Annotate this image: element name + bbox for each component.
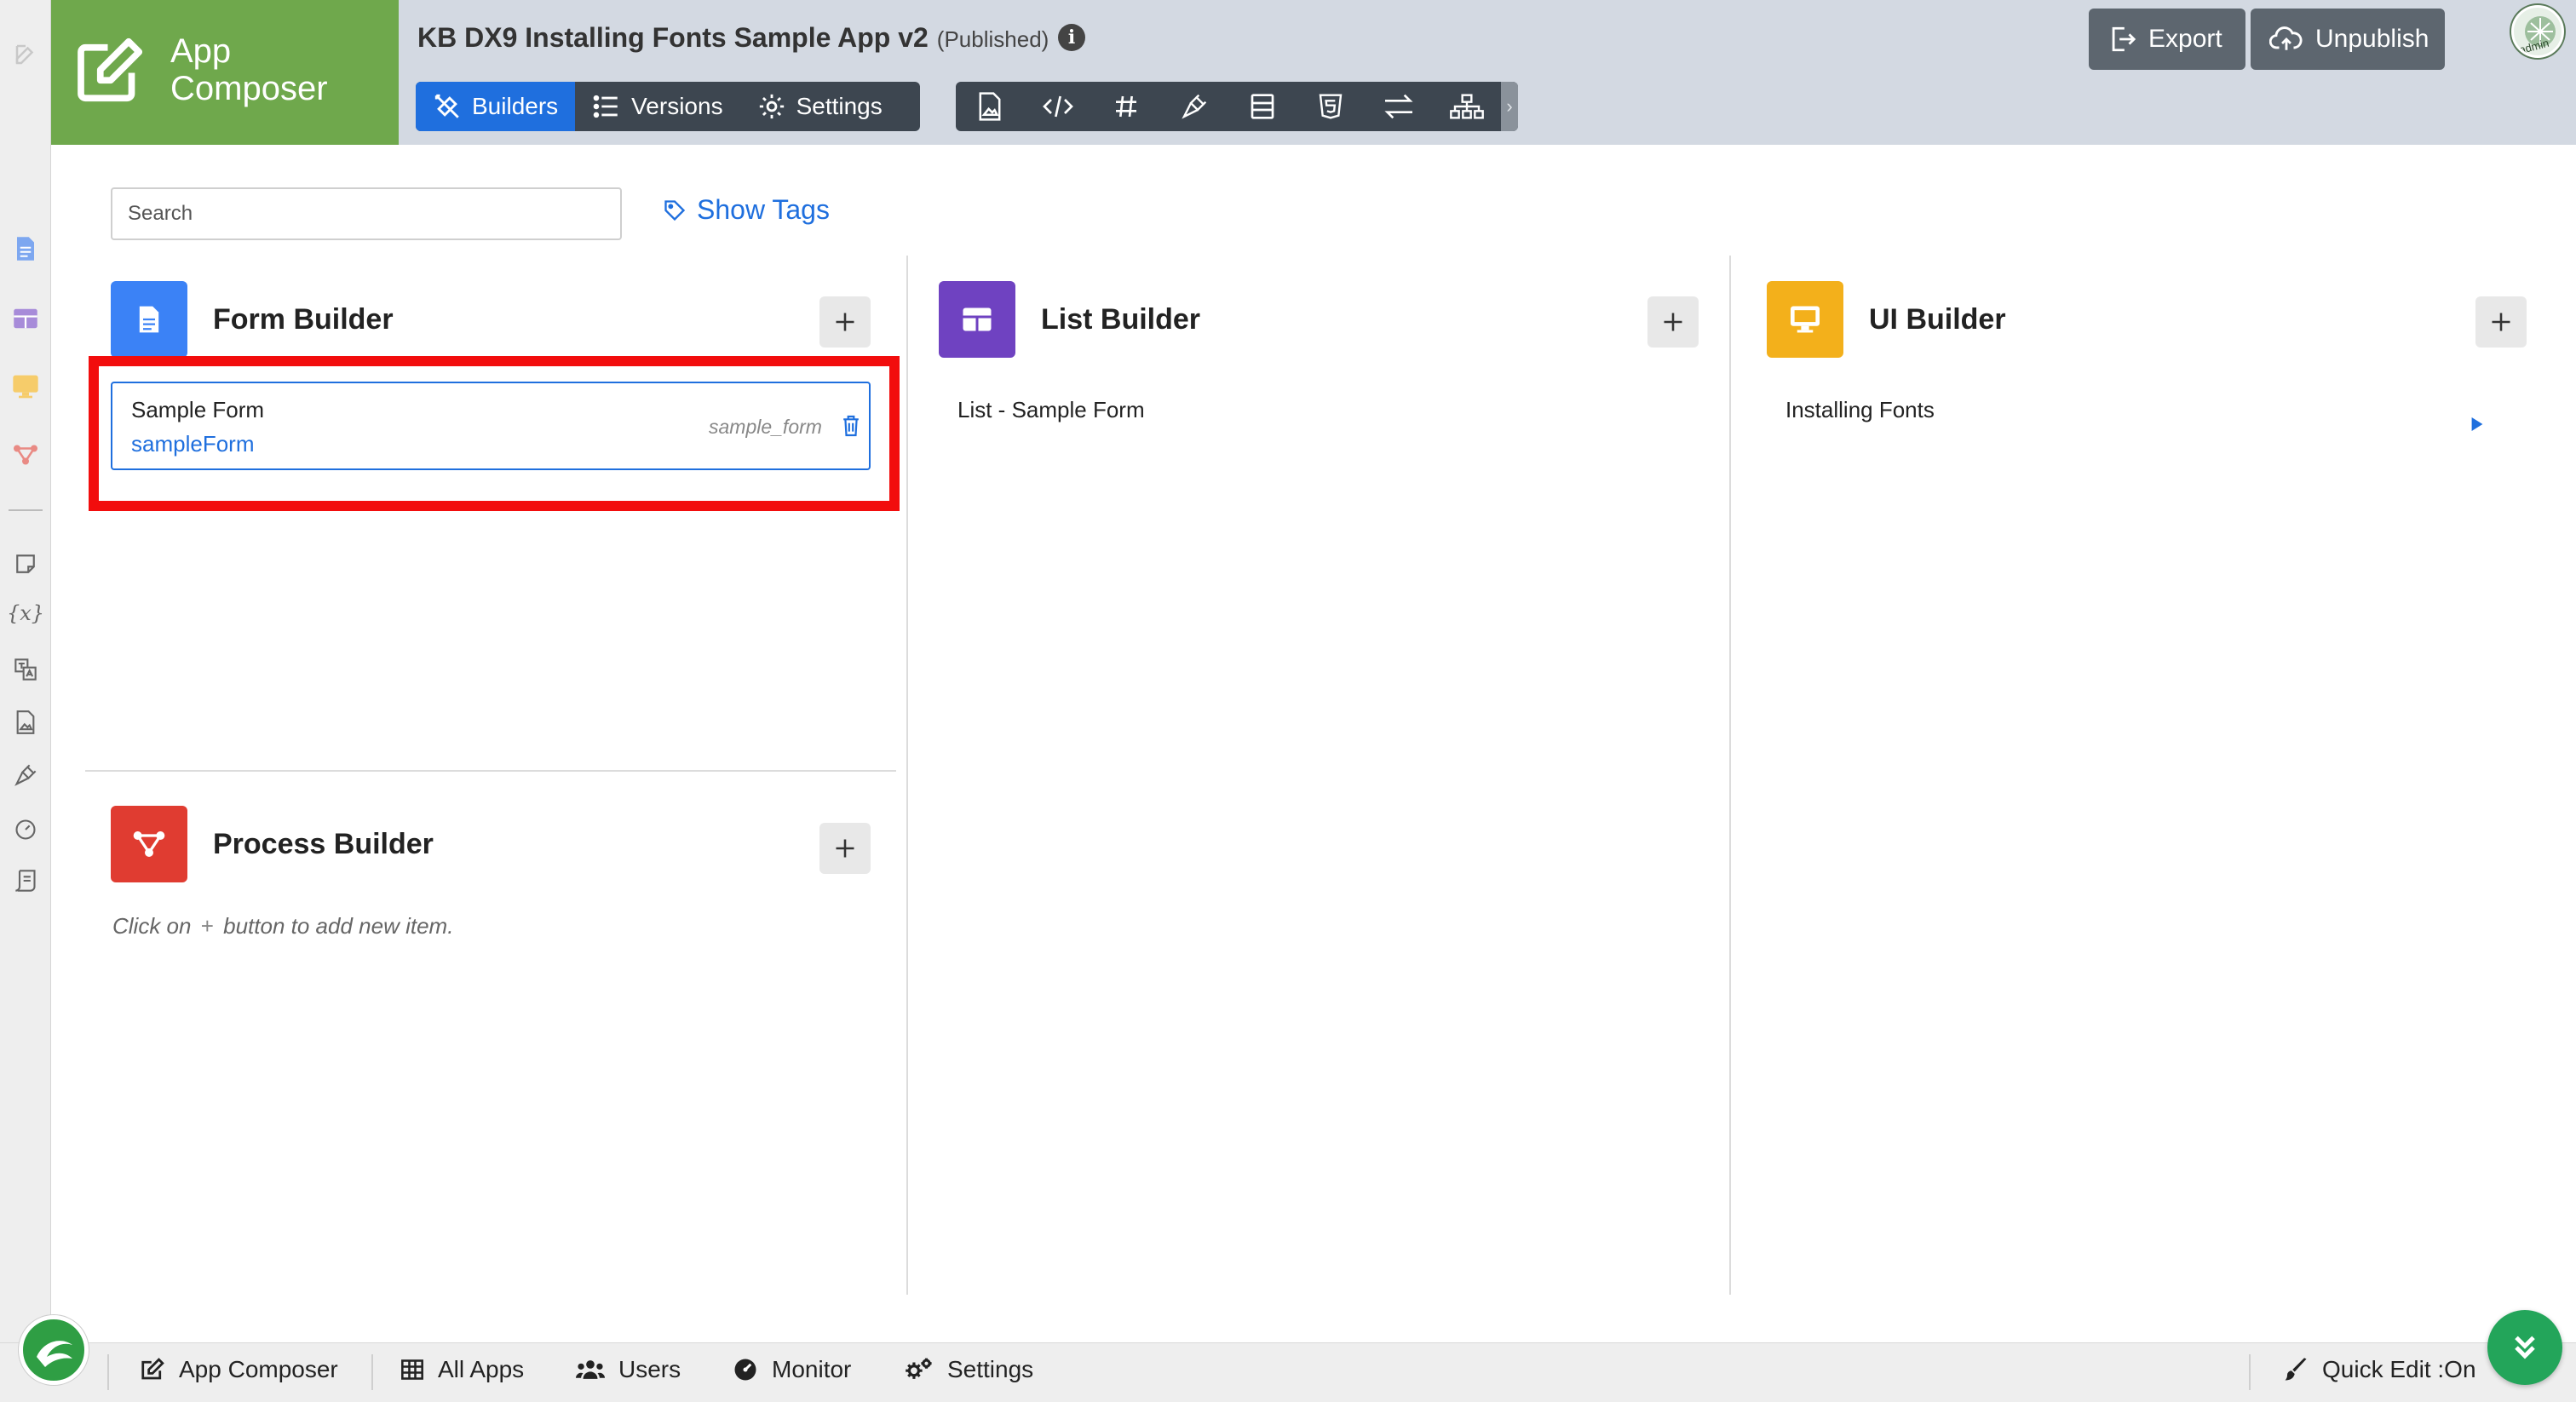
- column-divider: [906, 256, 908, 1295]
- arrows-swap-icon[interactable]: [1365, 82, 1433, 131]
- tab-settings[interactable]: Settings: [740, 82, 900, 131]
- form-item-name: Sample Form: [131, 397, 265, 422]
- tab-label: Settings: [796, 93, 883, 119]
- app-name: KB DX9 Installing Fonts Sample App v2: [417, 22, 929, 53]
- plus-icon: +: [200, 913, 214, 939]
- file-image-icon[interactable]: [956, 82, 1024, 131]
- add-process-button[interactable]: [819, 823, 871, 874]
- plug-icon[interactable]: [1160, 82, 1228, 131]
- tab-label: Versions: [631, 93, 723, 119]
- dashboard-icon: [733, 1357, 758, 1382]
- ui-builder-icon[interactable]: [12, 373, 39, 400]
- chevrons-down-icon: [2508, 1330, 2542, 1365]
- app-title: KB DX9 Installing Fonts Sample App v2 (Pu…: [417, 22, 1049, 54]
- footer-bar: [0, 1342, 2576, 1402]
- users-icon: [576, 1358, 605, 1382]
- variable-icon[interactable]: {x}: [7, 600, 44, 627]
- form-item-id[interactable]: sampleForm: [131, 431, 254, 457]
- info-icon[interactable]: i: [1058, 24, 1085, 51]
- dashboard-icon[interactable]: [12, 816, 39, 843]
- form-item-table: sample_form: [709, 416, 822, 438]
- hash-icon[interactable]: [1092, 82, 1160, 131]
- resource-toolbar: [956, 82, 1518, 131]
- scroll-icon[interactable]: [12, 867, 39, 894]
- avatar[interactable]: admin: [2511, 5, 2564, 58]
- left-rail: {x}: [0, 0, 51, 1342]
- section-divider: [85, 770, 896, 772]
- gear-icon: [757, 92, 786, 121]
- list-builder-icon: [939, 281, 1015, 358]
- form-icon[interactable]: [1228, 82, 1297, 131]
- process-builder-icon[interactable]: [12, 441, 39, 468]
- rail-divider: [9, 509, 43, 511]
- process-builder-icon: [111, 806, 187, 882]
- grid-icon: [400, 1358, 424, 1382]
- list-icon: [592, 92, 621, 121]
- html5-icon[interactable]: [1297, 82, 1365, 131]
- empty-hint: Click on + button to add new item.: [112, 913, 454, 939]
- plug-icon[interactable]: [12, 761, 39, 789]
- form-item-card[interactable]: Sample Form sampleForm sample_form: [111, 382, 871, 470]
- tab-builders[interactable]: Builders: [416, 82, 576, 131]
- add-ui-button[interactable]: [2475, 296, 2527, 348]
- caret-right-icon[interactable]: [2470, 416, 2484, 433]
- sitemap-icon[interactable]: [1433, 82, 1501, 131]
- search-input[interactable]: [111, 187, 622, 240]
- footer-separator: [107, 1354, 109, 1390]
- column-divider: [1729, 256, 1731, 1295]
- trash-icon[interactable]: [842, 414, 860, 438]
- edit-icon[interactable]: [12, 41, 39, 68]
- add-list-button[interactable]: [1647, 296, 1699, 348]
- app-composer-brand[interactable]: App Composer: [51, 0, 399, 145]
- collapse-panel-button[interactable]: [2487, 1310, 2562, 1385]
- show-tags-label: Show Tags: [697, 194, 830, 225]
- joget-logo-icon[interactable]: [19, 1315, 89, 1385]
- footer-app-composer[interactable]: App Composer: [140, 1356, 338, 1383]
- paint-brush-icon: [2283, 1357, 2309, 1382]
- list-item[interactable]: List - Sample Form: [957, 397, 1145, 423]
- cloud-upload-icon: [2269, 25, 2303, 54]
- form-builder-title: Form Builder: [213, 303, 394, 336]
- list-builder-title: List Builder: [1041, 303, 1201, 336]
- form-builder-icon: [111, 281, 187, 358]
- tools-icon: [433, 92, 462, 121]
- brand-title: App Composer: [170, 32, 328, 107]
- tab-label: Builders: [472, 93, 559, 119]
- list-builder-icon[interactable]: [12, 305, 39, 332]
- quick-edit-toggle[interactable]: Quick Edit :On: [2283, 1356, 2476, 1383]
- show-tags-link[interactable]: Show Tags: [663, 194, 830, 226]
- footer-users[interactable]: Users: [576, 1356, 681, 1383]
- main-tabs: Builders Versions Settings: [416, 82, 920, 131]
- note-icon[interactable]: [12, 550, 39, 577]
- app-status: (Published): [936, 26, 1049, 52]
- ui-builder-icon: [1767, 281, 1843, 358]
- edit-icon: [140, 1357, 165, 1382]
- tab-versions[interactable]: Versions: [575, 82, 739, 131]
- process-builder-title: Process Builder: [213, 828, 434, 860]
- ui-builder-title: UI Builder: [1869, 303, 2006, 336]
- code-icon[interactable]: [1024, 82, 1092, 131]
- toolbar-more-chevron-icon[interactable]: ›: [1501, 82, 1518, 131]
- export-label: Export: [2148, 25, 2222, 53]
- footer-monitor[interactable]: Monitor: [733, 1356, 851, 1383]
- footer-separator: [2249, 1354, 2251, 1390]
- add-form-button[interactable]: [819, 296, 871, 348]
- export-button[interactable]: Export: [2089, 9, 2245, 70]
- edit-icon: [75, 34, 147, 106]
- unpublish-label: Unpublish: [2315, 25, 2429, 53]
- footer-settings[interactable]: Settings: [905, 1356, 1033, 1383]
- export-icon: [2107, 25, 2136, 54]
- tag-icon: [663, 198, 687, 222]
- translate-icon[interactable]: [12, 656, 39, 683]
- cogs-icon: [905, 1357, 934, 1382]
- unpublish-button[interactable]: Unpublish: [2251, 9, 2445, 70]
- form-builder-icon[interactable]: [12, 235, 39, 262]
- footer-separator: [371, 1354, 373, 1390]
- ui-item[interactable]: Installing Fonts: [1785, 397, 1935, 423]
- file-image-icon[interactable]: [12, 709, 39, 736]
- footer-all-apps[interactable]: All Apps: [400, 1356, 524, 1383]
